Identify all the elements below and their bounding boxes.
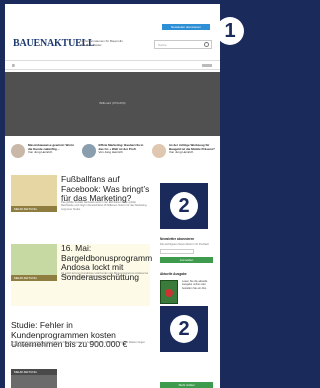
newsletter-box-title: Newsletter abonnieren [160, 237, 195, 241]
ad-marker: 2 [170, 192, 198, 220]
cover-emblem [165, 289, 173, 297]
sidebar-ad-bottom[interactable]: 2 [160, 306, 208, 352]
article-tag: MEHR ZEITUNG [11, 275, 57, 281]
teaser-item[interactable]: Effizie Marketing: Bauherr/Ja in das Co … [81, 143, 146, 164]
header-strip [5, 4, 220, 26]
article-thumbnail[interactable]: MEHR ZEITUNG [11, 244, 57, 281]
teaser-byline: Von Jung Heinrich [98, 150, 123, 155]
author-avatar [152, 144, 166, 158]
teaser-item[interactable]: Ist der richtige Werkzeug für Baugeld is… [152, 143, 216, 164]
search-placeholder: Suche [158, 43, 167, 47]
author-avatar [81, 144, 96, 158]
social-icons[interactable] [202, 64, 212, 67]
magazine-cover[interactable] [160, 280, 178, 304]
main-navigation: ≡ [5, 60, 220, 70]
article-title[interactable]: Fußballfans auf Facebook: Was bringt’s f… [61, 174, 151, 204]
sidebar-ad-top[interactable]: 2 [160, 183, 208, 229]
article-card[interactable]: MEHR ZEITUNG 16. Mai: Bargeldbonusprogra… [11, 243, 152, 306]
billboard-label: Billboard (970x250) [99, 101, 126, 105]
webpage-frame: Newsletter abonnieren BAUENAKTUELL Fachi… [5, 4, 220, 388]
search-input[interactable]: Suche [154, 40, 212, 49]
article-tag: MEHR ZEITUNG [11, 206, 57, 212]
teaser-item[interactable]: Massivbauweise gewinnt: Worin die Kunde … [11, 143, 75, 164]
article-snippet: Das größte Soziale Netzwerk setzt in der… [61, 201, 148, 211]
teaser-byline: Von Jung Heinrich [28, 150, 53, 155]
article-tag: MEHR ZEITUNG [11, 369, 57, 375]
article-snippet: Ab sofort können Kundinnen und Kunden de… [61, 272, 149, 279]
article-thumbnail[interactable]: MEHR ZEITUNG [11, 175, 57, 212]
newsletter-box-text: Die wichtigsten News direkt in Ihr Postf… [160, 243, 210, 246]
issue-box-text: Lesen Sie die aktuelle Ausgabe online od… [182, 280, 208, 290]
search-icon[interactable] [204, 42, 209, 47]
annotation-marker: 1 [216, 17, 244, 45]
newsletter-email-field[interactable] [160, 249, 194, 255]
logo-tagline: Fachinformationen für Bauprofis und Ents… [80, 39, 123, 47]
ad-marker: 2 [170, 315, 198, 343]
billboard-ad[interactable]: Billboard (970x250) [5, 72, 220, 136]
more-articles-button[interactable]: Mehr Artikel [160, 382, 213, 388]
article-snippet: Viele Unternehmen verlieren durch Fehler… [11, 341, 146, 348]
newsletter-box: Newsletter abonnieren Die wichtigsten Ne… [160, 237, 213, 264]
teaser-byline: Von Jung Heinrich [169, 150, 194, 155]
newsletter-submit-button[interactable]: Anmelden [160, 257, 213, 264]
teaser-row: Massivbauweise gewinnt: Worin die Kunde … [11, 143, 216, 164]
issue-box-title: Aktuelle Ausgabe [160, 272, 187, 276]
author-avatar [11, 144, 25, 158]
newsletter-link[interactable]: Newsletter abonnieren [162, 24, 210, 30]
article-thumbnail[interactable]: MEHR ZEITUNG [11, 369, 57, 388]
article-card[interactable]: MEHR ZEITUNG Fußballfans auf Facebook: W… [11, 174, 151, 229]
hamburger-menu-icon[interactable]: ≡ [12, 63, 15, 69]
